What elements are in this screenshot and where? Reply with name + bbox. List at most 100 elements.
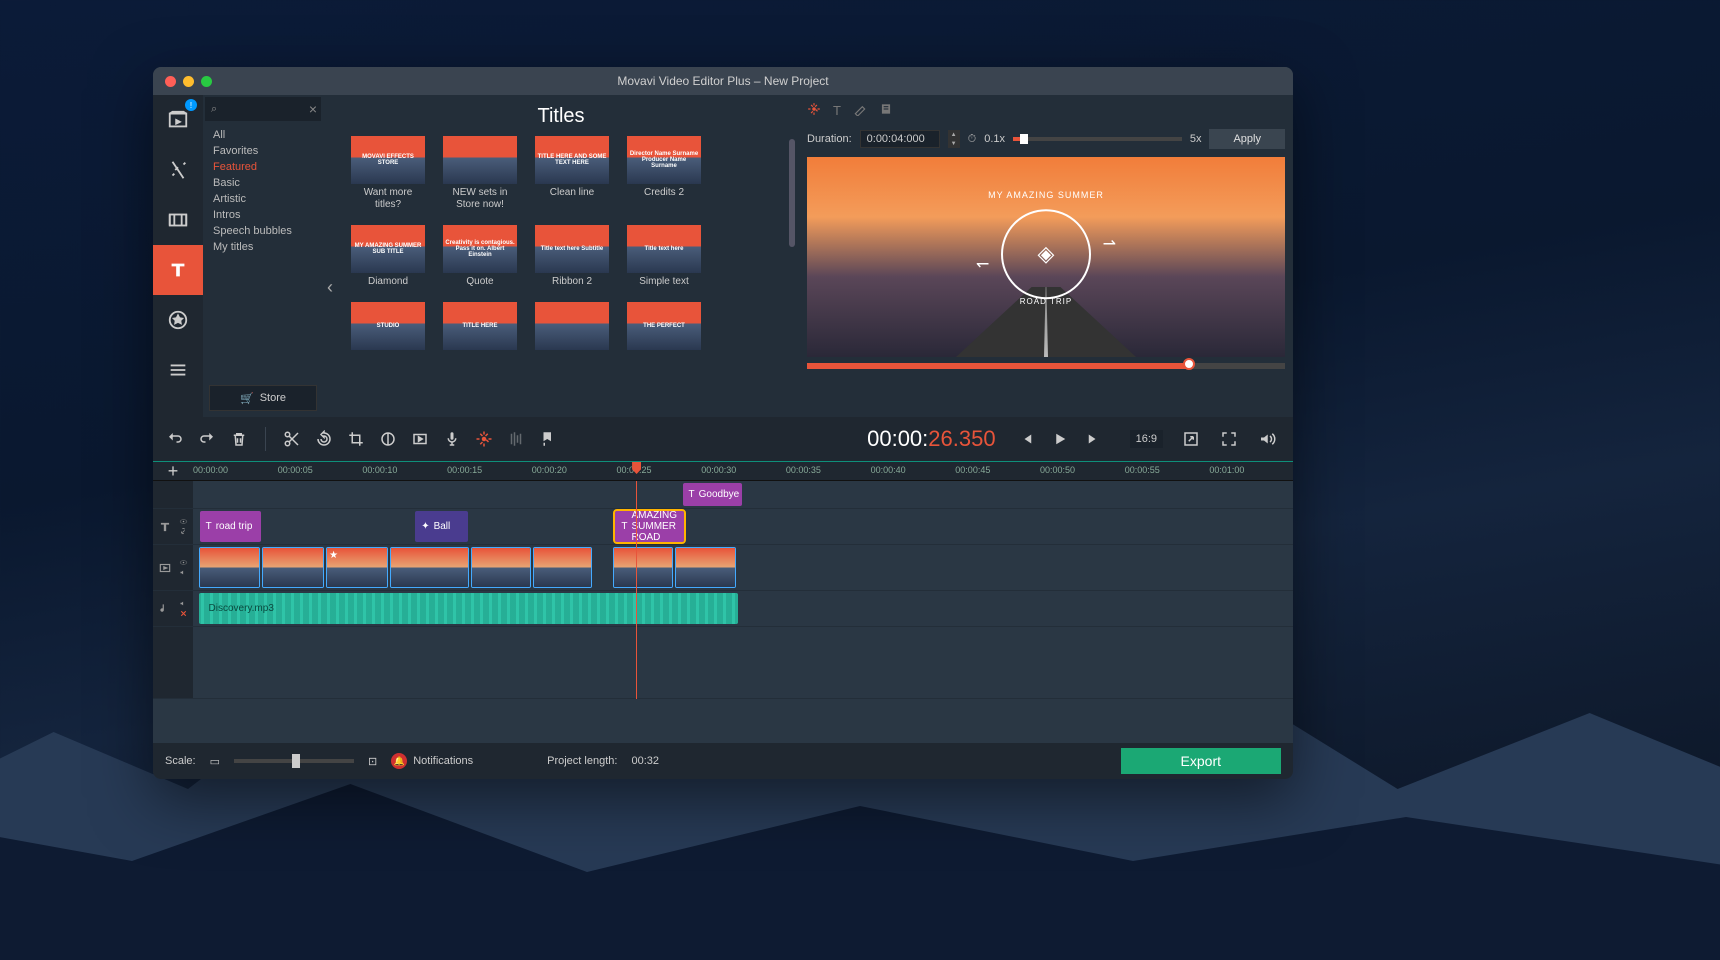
preview-scrubber[interactable] [807, 363, 1285, 369]
media-badge-icon: ! [185, 99, 197, 111]
next-frame-button[interactable] [1078, 423, 1110, 455]
ruler-tick: 00:00:00 [193, 465, 228, 475]
title-preset[interactable]: NEW sets in Store now! [443, 136, 517, 211]
category-item[interactable]: Featured [203, 159, 323, 175]
speaker-icon[interactable] [179, 599, 188, 608]
title-preset[interactable]: Title text hereSimple text [627, 225, 701, 288]
clip-properties-button[interactable] [468, 423, 500, 455]
title-clip-clip[interactable]: TGoodbye [683, 483, 742, 506]
nav-transitions[interactable] [153, 195, 203, 245]
split-button[interactable] [276, 423, 308, 455]
apply-button[interactable]: Apply [1209, 129, 1285, 149]
duration-input[interactable] [860, 130, 940, 148]
duration-down-button[interactable]: ▼ [948, 139, 960, 148]
nav-filters[interactable] [153, 145, 203, 195]
nav-titles[interactable] [153, 245, 203, 295]
duration-label: Duration: [807, 133, 852, 145]
title-preset[interactable]: Title text here SubtitleRibbon 2 [535, 225, 609, 288]
eye-icon[interactable] [179, 517, 188, 526]
video-clip[interactable] [262, 547, 324, 588]
volume-button[interactable] [1251, 423, 1283, 455]
tab-clip[interactable] [879, 102, 893, 119]
title-preset[interactable]: Director Name Surname Producer Name Surn… [627, 136, 701, 211]
nav-stickers[interactable] [153, 295, 203, 345]
preview-video[interactable]: MY AMAZING SUMMER ◈ ROAD TRIP ↽ ⇀ [807, 157, 1285, 357]
category-item[interactable]: Speech bubbles [203, 223, 323, 239]
category-item[interactable]: Intros [203, 207, 323, 223]
ruler-tick: 00:00:50 [1040, 465, 1075, 475]
category-item[interactable]: All [203, 127, 323, 143]
play-button[interactable] [1044, 423, 1076, 455]
diamond-icon: ◈ [1038, 241, 1055, 267]
titles-panel: Titles ‹ MOVAVI EFFECTS STOREWant more t… [323, 95, 799, 417]
video-clip[interactable]: ★ [326, 547, 388, 588]
video-clip[interactable] [613, 547, 672, 588]
cart-icon: 🛒 [240, 392, 254, 405]
sticker-clip[interactable]: ✦Ball [415, 511, 468, 542]
video-clip[interactable] [390, 547, 469, 588]
export-button[interactable]: Export [1121, 748, 1281, 774]
timeline-ruler[interactable]: + 00:00:0000:00:0500:00:1000:00:1500:00:… [153, 461, 1293, 481]
category-panel: ⌕ × All Favorites Featured Basic Artisti… [203, 95, 323, 417]
zoom-out-icon[interactable]: ▭ [210, 755, 220, 768]
title-preset[interactable]: TITLE HERE [443, 302, 517, 353]
prev-frame-button[interactable] [1010, 423, 1042, 455]
clear-search-icon[interactable]: × [309, 101, 317, 117]
video-clip[interactable] [675, 547, 737, 588]
title-clip-clip[interactable]: TMY AMAZING SUMMER ROAD TRIP [615, 511, 683, 542]
title-preset[interactable]: Creativity is contagious. Pass it on. Al… [443, 225, 517, 288]
speaker-icon[interactable] [179, 568, 188, 577]
tab-text[interactable]: T [833, 103, 841, 118]
nav-media[interactable]: ! [153, 95, 203, 145]
fullscreen-button[interactable] [1213, 423, 1245, 455]
redo-button[interactable] [191, 423, 223, 455]
speed-icon: ⏱ [968, 133, 977, 146]
audio-clip[interactable]: Discovery.mp3 [199, 593, 738, 624]
video-clip[interactable] [199, 547, 261, 588]
undo-button[interactable] [159, 423, 191, 455]
color-adjust-button[interactable] [372, 423, 404, 455]
category-item[interactable]: Artistic [203, 191, 323, 207]
title-clip-clip[interactable]: Troad trip [200, 511, 262, 542]
notifications-button[interactable]: 🔔 Notifications [391, 753, 473, 769]
unlink-icon[interactable] [179, 609, 188, 618]
titles-scrollbar[interactable] [789, 139, 795, 409]
category-item[interactable]: Favorites [203, 143, 323, 159]
title-preset[interactable]: MY AMAZING SUMMER SUB TITLEDiamond [351, 225, 425, 288]
ruler-tick: 00:00:10 [362, 465, 397, 475]
aspect-ratio-select[interactable]: 16:9 [1130, 430, 1163, 448]
ruler-tick: 00:00:55 [1125, 465, 1160, 475]
title-preset[interactable]: THE PERFECT [627, 302, 701, 353]
video-track: ★ [153, 545, 1293, 591]
arrow-left-icon: ↽ [976, 254, 989, 274]
store-button[interactable]: 🛒 Store [209, 385, 317, 411]
rotate-button[interactable] [308, 423, 340, 455]
audio-properties-button[interactable] [500, 423, 532, 455]
link-icon[interactable] [179, 527, 188, 536]
category-item[interactable]: Basic [203, 175, 323, 191]
scale-slider[interactable] [234, 759, 354, 763]
speed-slider[interactable] [1013, 137, 1182, 141]
marker-button[interactable] [532, 423, 564, 455]
eye-icon[interactable] [179, 558, 188, 567]
detach-preview-button[interactable] [1175, 423, 1207, 455]
title-preset[interactable]: MOVAVI EFFECTS STOREWant more titles? [351, 136, 425, 211]
zoom-in-icon[interactable]: ⊡ [368, 755, 377, 768]
category-item[interactable]: My titles [203, 239, 323, 255]
record-audio-button[interactable] [436, 423, 468, 455]
video-clip[interactable] [533, 547, 592, 588]
playhead[interactable] [636, 481, 637, 699]
video-clip[interactable] [471, 547, 530, 588]
search-input[interactable] [217, 103, 297, 115]
title-preset[interactable] [535, 302, 609, 353]
crop-button[interactable] [340, 423, 372, 455]
transition-wizard-button[interactable] [404, 423, 436, 455]
tab-clip-settings[interactable] [807, 102, 821, 119]
add-track-button[interactable]: + [153, 461, 193, 482]
delete-button[interactable] [223, 423, 255, 455]
tab-color[interactable] [853, 102, 867, 119]
title-preset[interactable]: TITLE HERE AND SOME TEXT HEREClean line [535, 136, 609, 211]
duration-up-button[interactable]: ▲ [948, 130, 960, 139]
nav-more[interactable] [153, 345, 203, 395]
title-preset[interactable]: STUDIO [351, 302, 425, 353]
